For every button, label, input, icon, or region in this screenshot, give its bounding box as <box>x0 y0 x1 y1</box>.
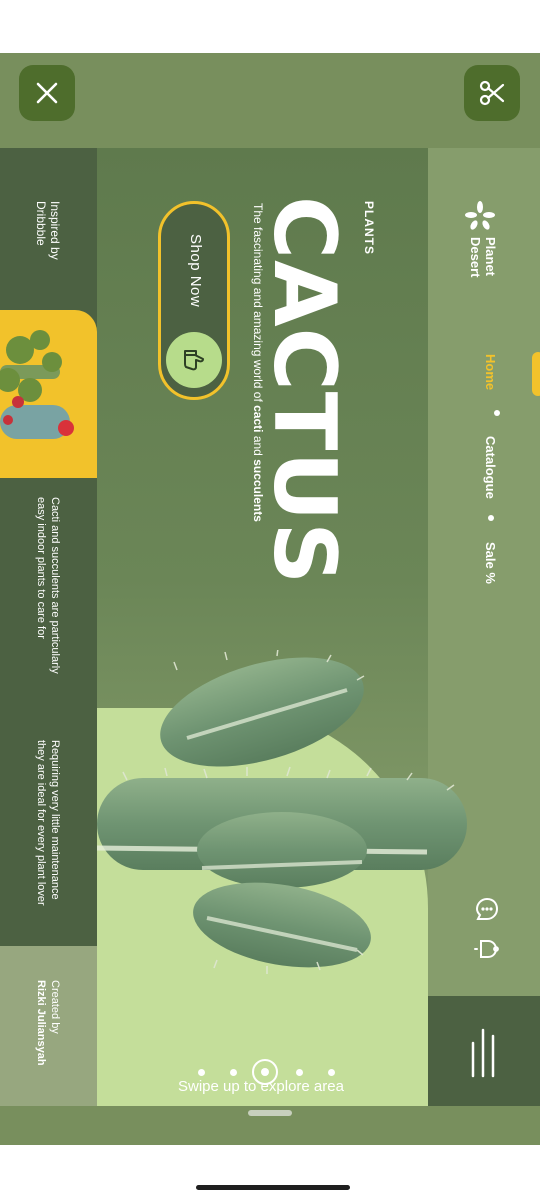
hero-kicker: PLANTS <box>362 201 376 255</box>
description-2-line2: they are ideal for every plant lover <box>35 740 47 906</box>
shop-now-label: Shop Now <box>187 234 204 308</box>
nav-separator <box>494 410 500 416</box>
nav-item-catalogue[interactable]: Catalogue <box>483 436 498 499</box>
pager-dot[interactable] <box>198 1069 205 1076</box>
brand-name[interactable]: Planet Desert <box>468 237 498 277</box>
description-1-line2: easy indoor plants to care for <box>35 497 47 639</box>
hero-subtitle: The fascinating and amazing world of cac… <box>251 203 265 522</box>
bottom-area <box>0 1145 540 1200</box>
sheet-handle[interactable] <box>248 1110 292 1116</box>
pager-dot[interactable] <box>296 1069 303 1076</box>
brand-name-line1: Planet <box>483 237 498 277</box>
bell-icon[interactable] <box>474 936 500 962</box>
credits-text: Created by Rizki Juliansyah <box>34 980 62 1066</box>
cactus-thumbnail-image <box>0 330 74 439</box>
close-button[interactable] <box>19 65 75 121</box>
description-1: Cacti and succulents are particularly ea… <box>34 497 62 674</box>
description-2-line1: Requiring very little maintenance <box>49 740 61 900</box>
chat-bubble-icon[interactable] <box>474 896 500 922</box>
hero-subtitle-bold-cacti: cacti <box>251 405 265 433</box>
menu-lines-icon <box>471 1028 495 1078</box>
nav-separator <box>488 515 494 521</box>
close-icon <box>36 82 58 104</box>
hero-subtitle-text: The fascinating and amazing world of <box>251 203 265 406</box>
active-nav-marker <box>532 352 540 396</box>
shop-now-icon-circle <box>166 332 222 388</box>
menu-button[interactable] <box>428 996 540 1106</box>
description-2: Requiring very little maintenance they a… <box>34 740 62 906</box>
hero-title: CACTUS <box>254 196 354 586</box>
product-thumbnail[interactable] <box>0 310 97 478</box>
inspired-line2: Dribbble <box>34 201 48 246</box>
inspired-line1: Inspired by <box>48 201 62 260</box>
crop-button[interactable] <box>464 65 520 121</box>
thumbs-up-icon <box>184 350 204 371</box>
pager-dot[interactable] <box>328 1069 335 1076</box>
hero-subtitle-bold-succulents: succulents <box>251 459 265 522</box>
description-1-line1: Cacti and succulents are particularly <box>49 497 61 674</box>
brand-name-line2: Desert <box>468 237 483 278</box>
home-indicator[interactable] <box>196 1185 350 1190</box>
nav-item-home[interactable]: Home <box>483 354 498 390</box>
cactus-image <box>97 650 467 974</box>
shop-now-button[interactable]: Shop Now <box>158 201 230 400</box>
star-cluster-icon <box>465 201 495 230</box>
nav-item-sale[interactable]: Sale % <box>483 542 498 584</box>
inspired-by-text: Inspired by Dribbble <box>34 201 62 260</box>
status-area <box>0 0 540 53</box>
pager-dot[interactable] <box>230 1069 237 1076</box>
swipe-hint: Swipe up to explore area <box>178 1078 344 1095</box>
hero-subtitle-and: and <box>251 432 265 460</box>
credits-line1: Created by <box>49 980 61 1034</box>
credits-line2: Rizki Juliansyah <box>35 980 47 1066</box>
scissors-icon <box>479 80 505 106</box>
